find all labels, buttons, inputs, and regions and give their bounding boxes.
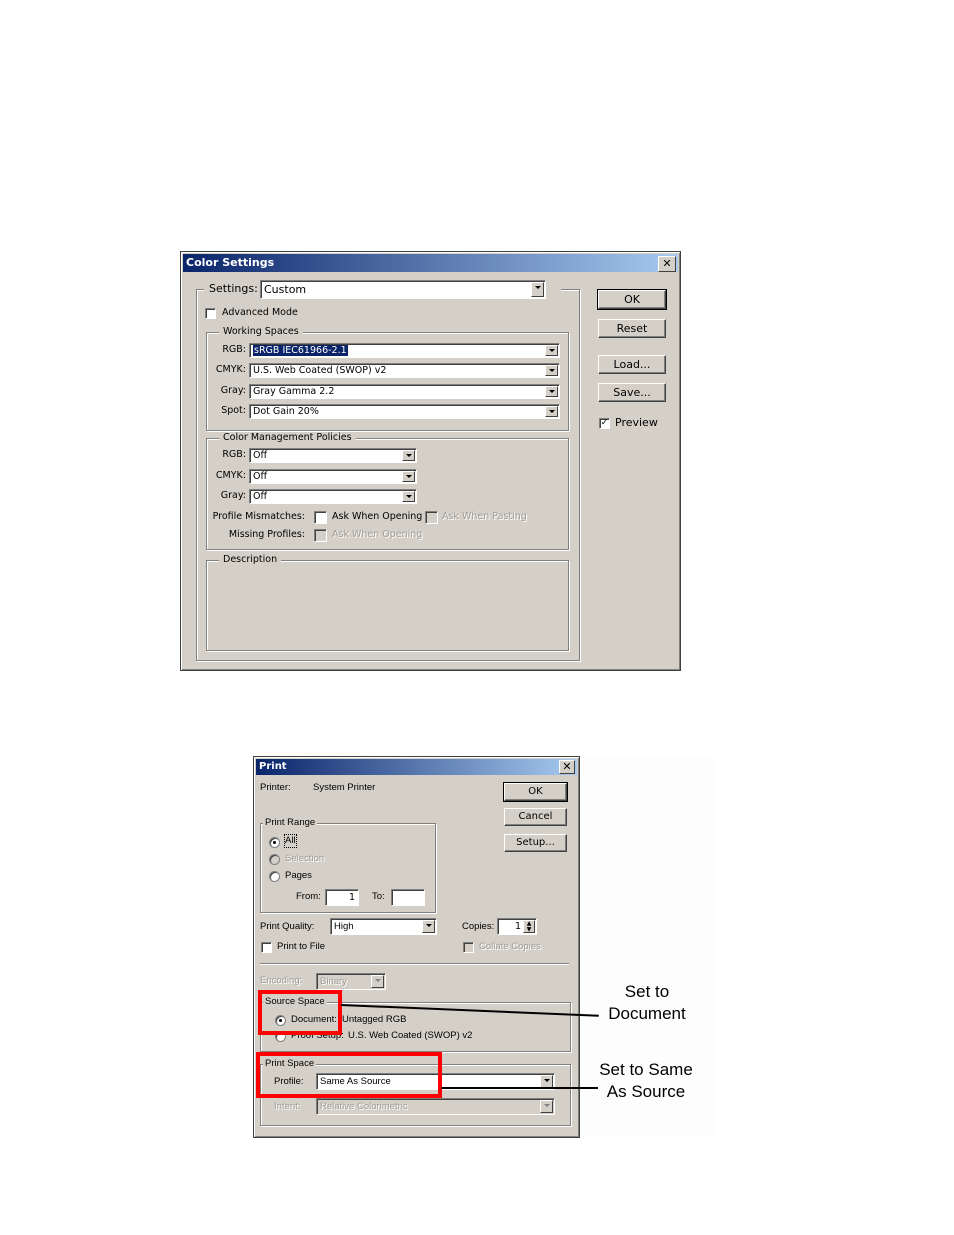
spinner-icon[interactable]: ▲ ▼ xyxy=(523,920,535,933)
chevron-down-icon[interactable] xyxy=(371,975,384,988)
ws-rgb-label: RGB: xyxy=(222,344,246,355)
print-space-highlight xyxy=(256,1052,442,1098)
reset-button[interactable]: Reset xyxy=(598,319,666,338)
intent-label: Intent: xyxy=(274,1101,301,1112)
ask-when-pasting-checkbox[interactable] xyxy=(425,511,438,524)
range-selection-label: Selection xyxy=(285,853,325,864)
ws-gray-label: Gray: xyxy=(220,385,246,396)
chevron-down-icon[interactable] xyxy=(402,471,415,482)
source-proof-value: U.S. Web Coated (SWOP) v2 xyxy=(348,1030,473,1041)
encoding-dropdown[interactable]: Binary xyxy=(316,973,386,990)
range-all-radio[interactable] xyxy=(269,837,280,848)
ok-button[interactable]: OK xyxy=(503,782,568,802)
chevron-down-icon[interactable] xyxy=(545,365,558,376)
policy-cmyk-label: CMYK: xyxy=(215,470,246,481)
chevron-down-icon[interactable] xyxy=(545,345,558,356)
preview-label: Preview xyxy=(615,416,658,429)
range-selection-radio[interactable] xyxy=(269,854,280,865)
close-icon[interactable]: ✕ xyxy=(658,256,676,272)
range-all-label: All xyxy=(284,834,297,848)
missing-ask-when-opening-label: Ask When Opening xyxy=(332,529,423,540)
policy-rgb-label: RGB: xyxy=(222,449,246,460)
copies-input[interactable]: 1 ▲ ▼ xyxy=(497,918,537,935)
dialog-title: Color Settings xyxy=(186,256,275,269)
print-quality-dropdown[interactable]: High xyxy=(330,918,437,935)
print-callout-text: Set to Same As Source xyxy=(599,1060,693,1101)
settings-dropdown[interactable]: Custom xyxy=(260,280,546,299)
from-input[interactable]: 1 xyxy=(325,889,359,906)
ws-gray-dropdown[interactable]: Gray Gamma 2.2 xyxy=(249,384,560,399)
ws-cmyk-label: CMYK: xyxy=(215,364,246,375)
description-group: Description xyxy=(206,554,569,651)
policy-gray-dropdown[interactable]: Off xyxy=(249,489,417,504)
title-bar: Print ✕ xyxy=(256,759,577,775)
encoding-label: Encoding: xyxy=(260,975,303,986)
chevron-down-icon[interactable] xyxy=(545,386,558,397)
ws-spot-dropdown[interactable]: Dot Gain 20% xyxy=(249,404,560,419)
print-quality-label: Print Quality: xyxy=(260,921,315,932)
chevron-down-icon[interactable] xyxy=(422,920,435,933)
ok-button[interactable]: OK xyxy=(597,289,667,310)
cancel-button[interactable]: Cancel xyxy=(504,808,567,826)
ask-when-pasting-label: Ask When Pasting xyxy=(442,511,527,522)
policy-gray-label: Gray: xyxy=(220,490,246,501)
chevron-down-icon[interactable] xyxy=(402,450,415,461)
chevron-down-icon[interactable] xyxy=(402,491,415,502)
preview-checkbox[interactable]: ✓ xyxy=(599,418,610,429)
chevron-down-icon[interactable] xyxy=(531,282,544,297)
print-to-file-label: Print to File xyxy=(277,941,326,952)
setup-button[interactable]: Setup... xyxy=(504,834,567,852)
collate-copies-checkbox[interactable] xyxy=(463,942,474,953)
from-label: From: xyxy=(296,891,321,902)
source-document-value: Untagged RGB xyxy=(342,1014,407,1025)
advanced-mode-label: Advanced Mode xyxy=(222,307,298,318)
policy-cmyk-dropdown[interactable]: Off xyxy=(249,469,417,484)
profile-mismatches-label: Profile Mismatches: xyxy=(212,511,305,522)
ws-spot-label: Spot: xyxy=(221,405,246,416)
missing-profiles-label: Missing Profiles: xyxy=(228,529,305,540)
ask-when-opening-checkbox[interactable] xyxy=(314,511,327,524)
advanced-mode-checkbox[interactable] xyxy=(205,308,216,319)
close-icon[interactable]: ✕ xyxy=(559,760,575,774)
collate-copies-label: Collate Copies xyxy=(479,941,541,952)
missing-ask-when-opening-checkbox[interactable] xyxy=(314,529,327,542)
policy-rgb-dropdown[interactable]: Off xyxy=(249,448,417,463)
copies-label: Copies: xyxy=(462,921,495,932)
color-settings-dialog: Color Settings ✕ Settings: Custom Advanc… xyxy=(180,251,681,671)
intent-dropdown[interactable]: Relative Colorimetric xyxy=(316,1098,555,1115)
printer-value: System Printer xyxy=(313,782,376,793)
print-callout-line xyxy=(441,1087,598,1089)
ws-rgb-dropdown[interactable]: sRGB IEC61966-2.1 xyxy=(249,343,560,358)
range-pages-radio[interactable] xyxy=(269,871,280,882)
source-callout-text: Set to Document xyxy=(608,982,686,1023)
load-button[interactable]: Load... xyxy=(598,355,666,374)
range-pages-label: Pages xyxy=(285,870,312,881)
chevron-down-icon[interactable] xyxy=(540,1100,553,1113)
dialog-title: Print xyxy=(259,761,287,772)
title-bar: Color Settings ✕ xyxy=(183,254,678,272)
to-input[interactable] xyxy=(391,889,425,906)
printer-label: Printer: xyxy=(260,782,291,793)
source-space-highlight xyxy=(258,990,342,1035)
settings-label: Settings: xyxy=(209,282,258,295)
divider xyxy=(260,963,569,965)
print-to-file-checkbox[interactable] xyxy=(261,942,272,953)
save-button[interactable]: Save... xyxy=(598,383,666,402)
ask-when-opening-label: Ask When Opening xyxy=(332,511,423,522)
to-label: To: xyxy=(372,891,385,902)
ws-cmyk-dropdown[interactable]: U.S. Web Coated (SWOP) v2 xyxy=(249,363,560,378)
chevron-down-icon[interactable] xyxy=(545,406,558,417)
